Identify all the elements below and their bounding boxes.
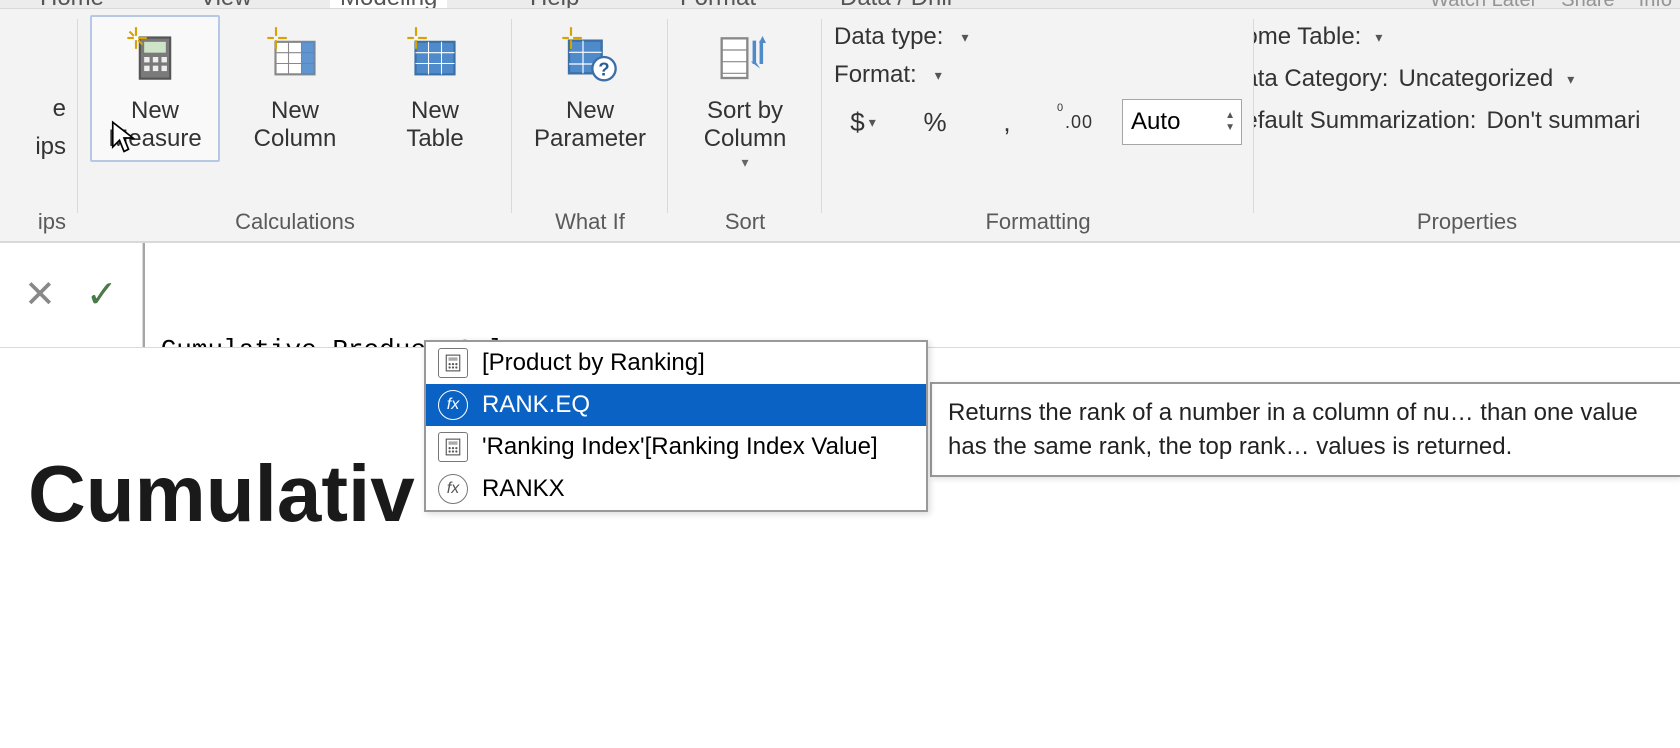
formatting-group-label: Formatting: [985, 209, 1090, 235]
intellisense-item-label: RANKX: [482, 475, 565, 503]
tab-view[interactable]: View: [200, 0, 252, 9]
intellisense-item-label: RANK.EQ: [482, 391, 590, 419]
video-share[interactable]: Share: [1561, 0, 1614, 9]
sparkle-icon: [403, 25, 429, 51]
sort-by-column-button[interactable]: Sort by Column ▾: [680, 15, 810, 180]
tab-format[interactable]: Format: [680, 0, 756, 9]
ribbon-group-sort: Sort by Column ▾ Sort: [668, 9, 822, 241]
page-title: Cumulativ: [28, 448, 415, 540]
ribbon-group-calculations: New Measure New Column New T: [78, 9, 512, 241]
function-icon: fx: [438, 474, 468, 504]
tab-help[interactable]: Help: [530, 0, 579, 9]
thousands-separator-button[interactable]: ,: [978, 99, 1036, 145]
relationships-group-label: ips: [38, 209, 66, 235]
currency-format-button[interactable]: $▾: [834, 99, 892, 145]
sort-group-label: Sort: [725, 209, 765, 235]
sparkle-icon: [558, 25, 584, 51]
new-column-button[interactable]: New Column: [230, 15, 360, 162]
decimal-up-button[interactable]: ▲: [1219, 111, 1241, 121]
sort-icon: [713, 25, 777, 89]
data-type-label: Data type:: [834, 23, 943, 51]
intellisense-item[interactable]: 'Ranking Index'[Ranking Index Value]: [426, 426, 926, 468]
column-icon: [263, 25, 327, 89]
new-measure-label: New Measure: [108, 97, 201, 152]
intellisense-item[interactable]: fx RANKX: [426, 468, 926, 510]
sort-by-column-label: Sort by Column: [704, 97, 787, 152]
default-summarization-label: Default Summarization:: [1254, 107, 1476, 135]
formula-accept-button[interactable]: ✓: [86, 276, 118, 314]
decimal-down-button[interactable]: ▼: [1219, 123, 1241, 133]
video-watch-later[interactable]: Watch Later: [1430, 0, 1537, 9]
whatif-group-label: What If: [555, 209, 625, 235]
percent-format-button[interactable]: %: [906, 99, 964, 145]
calculations-group-label: Calculations: [235, 209, 355, 235]
data-category-value[interactable]: Uncategorized: [1398, 65, 1553, 93]
formula-input[interactable]: Cumulative Product Sales = VAR IndexRank…: [143, 243, 1680, 347]
ribbon-group-properties: Home Table: ▾ Data Category: Uncategoriz…: [1254, 9, 1680, 241]
new-table-label: New Table: [406, 97, 463, 152]
sparkle-icon: [263, 25, 289, 51]
calculator-small-icon: [438, 348, 468, 378]
svg-text:?: ?: [598, 59, 609, 80]
intellisense-item[interactable]: fx RANK.EQ: [426, 384, 926, 426]
properties-group-label: Properties: [1417, 209, 1517, 235]
data-category-dropdown[interactable]: ▾: [1567, 71, 1574, 88]
decimal-places-icon: 0 .00: [1050, 99, 1108, 145]
intellisense-tooltip: Returns the rank of a number in a column…: [930, 382, 1680, 477]
ribbon-tabs-row: Home View Modeling Help Format Data / Dr…: [0, 0, 1680, 9]
new-column-label: New Column: [254, 97, 337, 152]
chevron-down-icon: ▾: [742, 154, 749, 170]
sparkle-icon: [123, 25, 149, 51]
relationships-button-fragment-1[interactable]: e: [53, 95, 66, 123]
function-icon: fx: [438, 390, 468, 420]
format-label: Format:: [834, 61, 917, 89]
home-table-dropdown[interactable]: ▾: [1375, 29, 1382, 46]
table-icon: [403, 25, 467, 89]
intellisense-item[interactable]: [Product by Ranking]: [426, 342, 926, 384]
new-parameter-label: New Parameter: [534, 97, 646, 152]
intellisense-item-label: [Product by Ranking]: [482, 349, 705, 377]
calculator-icon: [123, 25, 187, 89]
decimal-places-field[interactable]: [1123, 100, 1219, 144]
data-category-label: Data Category:: [1254, 65, 1388, 93]
decimal-places-input[interactable]: ▲ ▼: [1122, 99, 1242, 145]
tab-data-drill[interactable]: Data / Drill: [840, 0, 952, 9]
ribbon-group-relationships: e ips ips: [0, 9, 78, 241]
intellisense-popup: [Product by Ranking] fx RANK.EQ 'Ranking In…: [424, 340, 928, 512]
formula-bar: ✕ ✓ Cumulative Product Sales = VAR Index…: [0, 243, 1680, 348]
home-table-label: Home Table:: [1254, 23, 1361, 51]
default-summarization-value[interactable]: Don't summari: [1486, 107, 1640, 135]
data-type-dropdown[interactable]: ▾: [961, 29, 968, 46]
ribbon: e ips ips New Measure: [0, 9, 1680, 243]
new-table-button[interactable]: New Table: [370, 15, 500, 162]
tab-home[interactable]: Home: [40, 0, 104, 9]
format-dropdown[interactable]: ▾: [935, 67, 942, 84]
video-overlay-controls: Watch Later Share Info: [1430, 0, 1672, 9]
new-measure-button[interactable]: New Measure: [90, 15, 220, 162]
tab-modeling[interactable]: Modeling: [330, 0, 447, 9]
formula-cancel-button[interactable]: ✕: [24, 276, 56, 314]
calculator-small-icon: [438, 432, 468, 462]
new-parameter-button[interactable]: ? New Parameter: [524, 15, 656, 162]
video-info[interactable]: Info: [1639, 0, 1672, 9]
ribbon-group-whatif: ? New Parameter What If: [512, 9, 668, 241]
ribbon-group-formatting: Data type: ▾ Format: ▾ $▾ % , 0 .00: [822, 9, 1254, 241]
relationships-button-fragment-2[interactable]: ips: [35, 133, 66, 161]
intellisense-item-label: 'Ranking Index'[Ranking Index Value]: [482, 433, 878, 461]
parameter-icon: ?: [558, 25, 622, 89]
chevron-down-icon: ▾: [869, 114, 876, 131]
